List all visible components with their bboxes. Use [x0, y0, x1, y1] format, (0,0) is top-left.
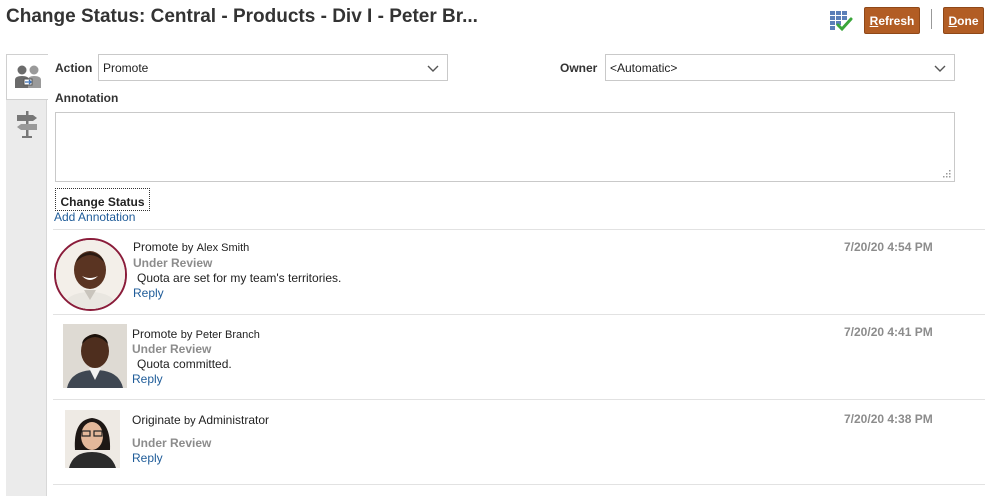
entry-header: Promote by Peter Branch — [132, 327, 260, 341]
entry-user: Alex Smith — [196, 242, 250, 254]
refresh-button[interactable]: Refresh — [864, 7, 920, 34]
entry-action: Promote — [133, 240, 179, 254]
avatar — [65, 410, 120, 468]
entry-user: Administrator — [198, 413, 270, 427]
entry-action: Originate — [132, 413, 181, 427]
chevron-down-icon — [427, 65, 439, 72]
action-label: Action — [55, 61, 93, 75]
entry-action: Promote — [132, 327, 178, 341]
entry-comment: Quota are set for my team's territories. — [137, 271, 342, 285]
side-tab-bar — [6, 54, 48, 496]
entry-header: Originate by Administrator — [132, 413, 269, 427]
entry-by: by — [184, 415, 196, 427]
done-button[interactable]: Done — [943, 7, 984, 34]
tab-approvals[interactable] — [6, 54, 48, 100]
entry-header: Promote by Alex Smith — [133, 240, 249, 254]
history-entry: Promote by Alex Smith Under Review Quota… — [53, 234, 985, 314]
entry-comment: Quota committed. — [137, 357, 232, 371]
users-approval-icon — [14, 65, 41, 88]
owner-select[interactable]: <Automatic> — [605, 54, 955, 81]
action-select[interactable]: Promote — [98, 54, 448, 81]
entry-by: by — [181, 242, 194, 254]
done-mnemonic: D — [948, 13, 958, 28]
annotation-textarea[interactable] — [55, 112, 955, 182]
entry-user: Peter Branch — [195, 329, 260, 341]
divider — [53, 484, 985, 485]
divider — [53, 399, 985, 400]
entry-timestamp: 7/20/20 4:41 PM — [844, 325, 933, 339]
entry-status: Under Review — [132, 436, 212, 450]
refresh-label: efresh — [878, 13, 915, 28]
history-entry: Promote by Peter Branch Under Review Quo… — [53, 319, 985, 399]
chevron-down-icon — [934, 65, 946, 72]
avatar — [54, 238, 127, 311]
avatar — [63, 324, 127, 388]
entry-status: Under Review — [133, 256, 213, 270]
entry-timestamp: 7/20/20 4:54 PM — [844, 240, 933, 254]
done-label: one — [957, 13, 979, 28]
entry-timestamp: 7/20/20 4:38 PM — [844, 412, 933, 426]
reply-link[interactable]: Reply — [133, 286, 164, 300]
entry-by: by — [180, 329, 193, 341]
add-annotation-link[interactable]: Add Annotation — [54, 210, 135, 224]
reply-link[interactable]: Reply — [132, 372, 163, 386]
annotation-label: Annotation — [55, 91, 119, 105]
toolbar-divider — [931, 9, 932, 29]
reply-link[interactable]: Reply — [132, 451, 163, 465]
entry-status: Under Review — [132, 342, 212, 356]
refresh-mnemonic: R — [869, 13, 879, 28]
resize-grip-icon[interactable] — [943, 170, 951, 178]
change-status-button[interactable]: Change Status — [55, 188, 150, 211]
signpost-icon — [16, 111, 37, 138]
divider — [53, 314, 985, 315]
owner-select-value: <Automatic> — [610, 60, 678, 75]
owner-label: Owner — [560, 61, 598, 75]
grid-check-icon[interactable] — [829, 10, 853, 32]
history-entry: Originate by Administrator Under Review … — [53, 404, 985, 484]
action-select-value: Promote — [103, 60, 149, 75]
divider — [53, 229, 985, 230]
page-title: Change Status: Central - Products - Div … — [6, 6, 478, 27]
tab-path[interactable] — [6, 104, 47, 144]
